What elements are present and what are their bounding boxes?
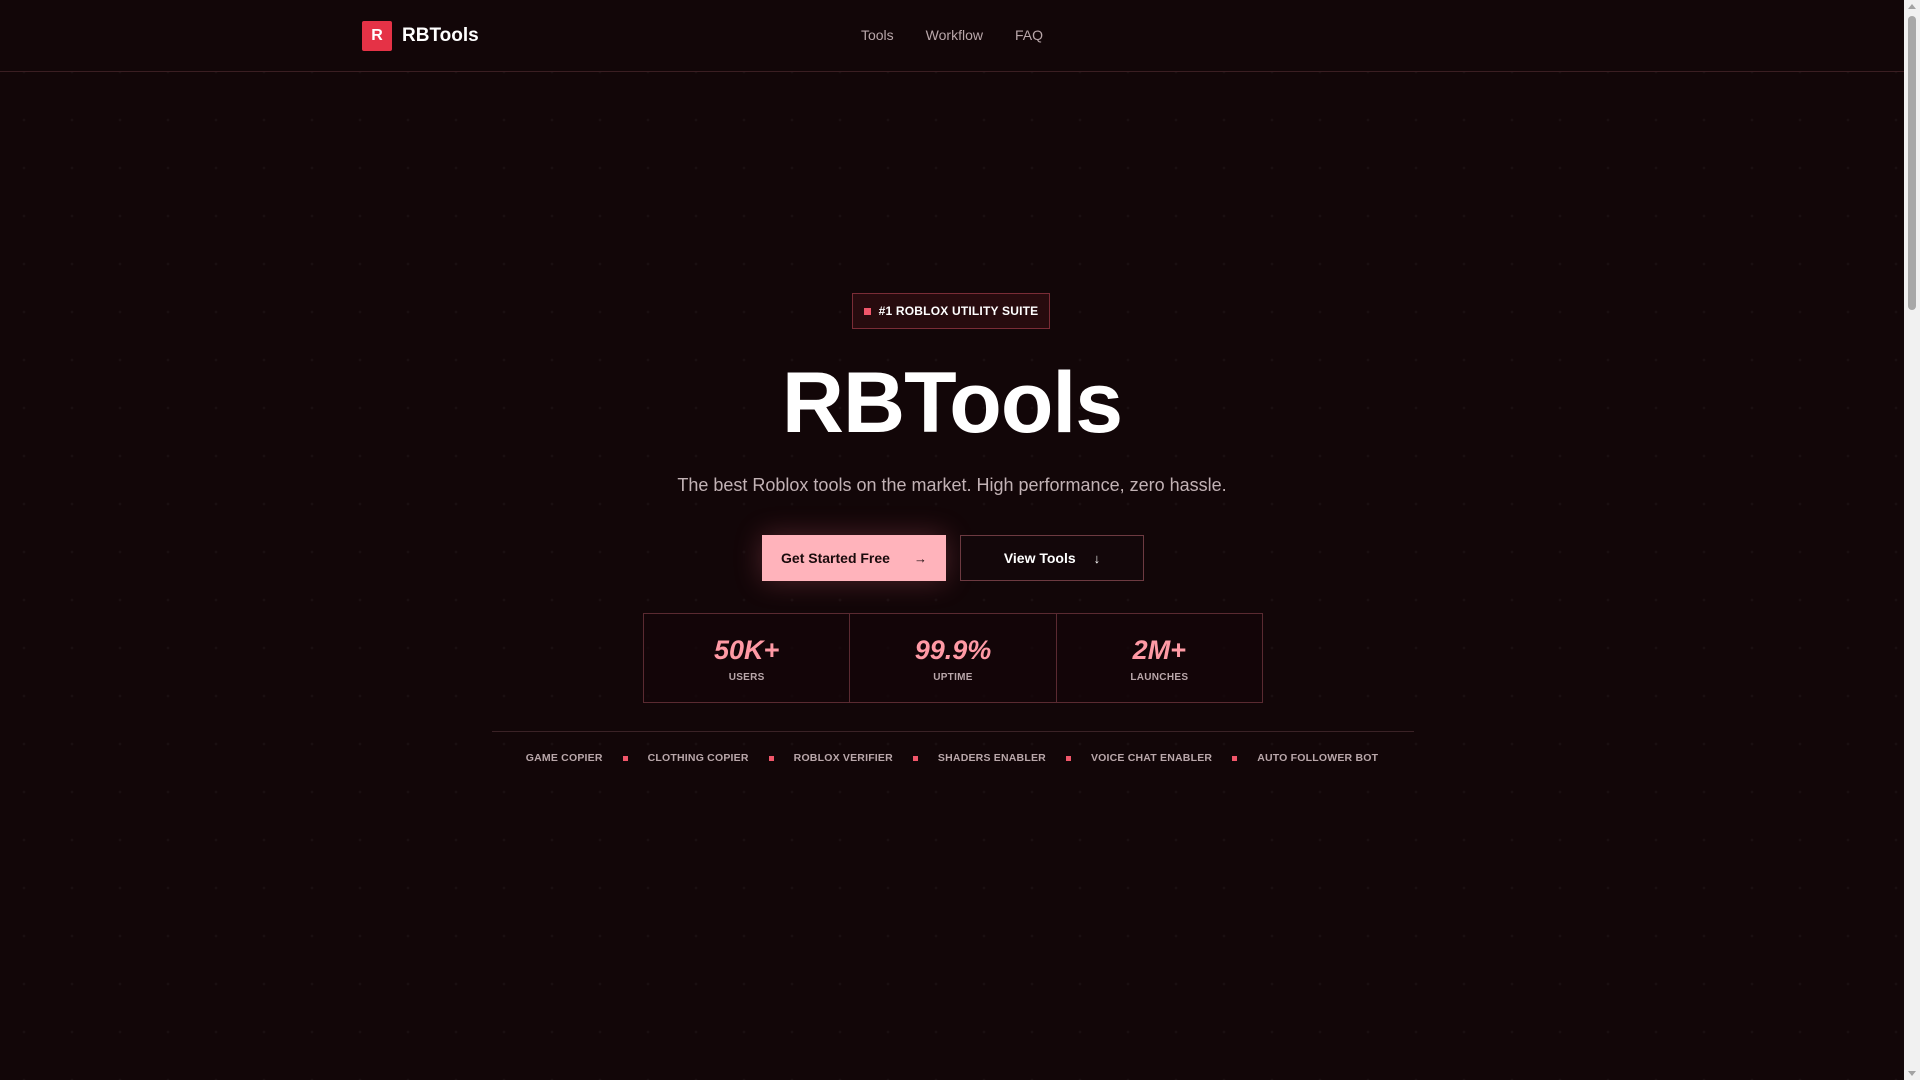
section-divider [492,731,1414,732]
tool-item: ROBLOX VERIFIER [793,752,893,764]
tool-item: VOICE CHAT ENABLER [1090,752,1213,764]
separator-dot-icon [912,755,918,761]
tool-item: AUTO FOLLOWER BOT [1257,752,1379,764]
nav-links: Tools Workflow FAQ [0,27,1904,43]
top-nav: R RBTools Tools Workflow FAQ [0,0,1904,72]
get-started-label: Get Started Free [781,550,890,566]
stat-label: LAUNCHES [1130,671,1189,683]
arrow-right-icon: → [913,550,927,566]
separator-dot-icon [1232,755,1238,761]
scroll-up-icon[interactable] [1908,4,1916,9]
tool-item: GAME COPIER [525,752,603,764]
stat-launches: 2M+ LAUNCHES [1057,614,1262,702]
separator-dot-icon [622,755,628,761]
stat-value: 50K+ [714,634,780,665]
page: R RBTools Tools Workflow FAQ #1 ROBLOX U… [0,0,1904,1080]
scroll-down-icon[interactable] [1908,1071,1916,1076]
tool-list: GAME COPIER CLOTHING COPIER ROBLOX VERIF… [0,752,1904,764]
vertical-scrollbar[interactable] [1904,0,1920,1080]
nav-link-faq[interactable]: FAQ [1015,27,1043,43]
hero-subtitle: The best Roblox tools on the market. Hig… [677,475,1227,495]
hero-badge: #1 ROBLOX UTILITY SUITE [852,293,1050,329]
view-tools-label: View Tools [1003,550,1076,566]
hero-title: RBTools [781,355,1123,451]
stat-uptime: 99.9% UPTIME [850,614,1057,702]
separator-dot-icon [768,755,774,761]
stat-users: 50K+ USERS [644,614,851,702]
stat-label: UPTIME [933,671,973,683]
view-tools-button[interactable]: View Tools ↓ [960,535,1144,581]
badge-dot-icon [863,307,871,315]
tool-item: SHADERS ENABLER [937,752,1046,764]
separator-dot-icon [1065,755,1071,761]
stat-label: USERS [728,671,765,683]
nav-link-workflow[interactable]: Workflow [926,27,983,43]
stats-panel: 50K+ USERS 99.9% UPTIME 2M+ LAUNCHES [643,613,1263,703]
badge-text: #1 ROBLOX UTILITY SUITE [878,304,1039,318]
scroll-thumb[interactable] [1908,16,1916,310]
get-started-button[interactable]: Get Started Free → [762,535,946,581]
nav-link-tools[interactable]: Tools [861,27,894,43]
stat-value: 2M+ [1132,634,1186,665]
arrow-down-icon: ↓ [1093,550,1101,566]
stat-value: 99.9% [914,634,992,665]
tool-item: CLOTHING COPIER [647,752,749,764]
